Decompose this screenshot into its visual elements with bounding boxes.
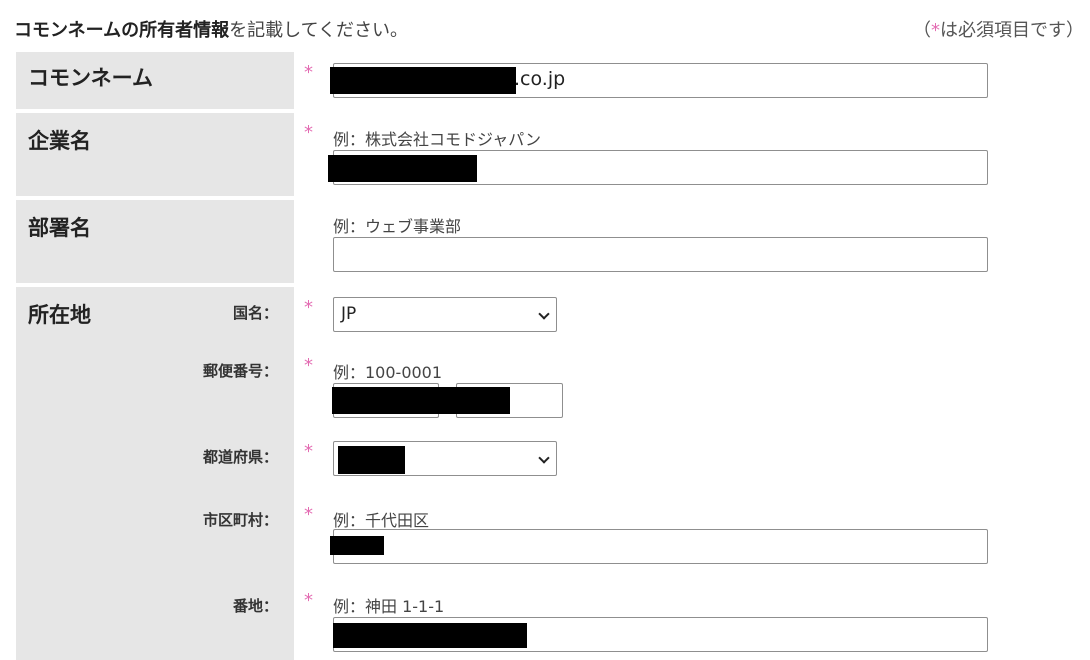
required-note: （*は必須項目です） <box>913 20 1084 41</box>
required-mark: * <box>304 122 313 143</box>
required-mark: * <box>304 297 313 318</box>
street-example: 例：神田 1-1-1 <box>333 597 445 616</box>
required-mark: * <box>304 504 313 525</box>
required-mark: * <box>304 441 313 462</box>
city-label: 市区町村： <box>202 511 278 529</box>
country-label: 国名： <box>232 304 278 322</box>
redaction <box>438 387 510 414</box>
department-input[interactable] <box>333 237 988 272</box>
country-select[interactable]: JP <box>333 297 557 332</box>
country-value: JP <box>341 304 357 324</box>
prefecture-label: 都道府県： <box>202 448 278 466</box>
street-label: 番地： <box>232 597 278 615</box>
chevron-down-icon <box>538 308 550 320</box>
department-example: 例：ウェブ事業部 <box>333 217 462 236</box>
required-mark: * <box>304 62 313 83</box>
form-intro: コモンネームの所有者情報を記載してください。 <box>14 16 408 42</box>
intro-bold: コモンネームの所有者情報 <box>14 20 230 41</box>
city-input[interactable] <box>333 529 988 564</box>
redaction <box>332 387 438 414</box>
common-name-label: コモンネーム <box>28 66 153 90</box>
required-mark: * <box>304 590 313 611</box>
department-label: 部署名 <box>28 216 91 240</box>
company-label: 企業名 <box>28 129 91 153</box>
redaction <box>330 536 384 555</box>
redaction <box>328 155 477 182</box>
city-example: 例：千代田区 <box>333 511 430 530</box>
redaction <box>338 446 405 474</box>
common-name-value: .co.jp <box>514 68 566 90</box>
chevron-down-icon <box>538 452 550 464</box>
postal-code-label: 郵便番号： <box>202 362 278 380</box>
redaction <box>330 67 516 94</box>
label-cell-common-name: コモンネーム <box>16 52 294 109</box>
label-cell-department: 部署名 <box>16 200 294 283</box>
postal-code-example: 例：100-0001 <box>333 363 443 382</box>
required-mark: * <box>304 355 313 376</box>
label-cell-company: 企業名 <box>16 113 294 196</box>
redaction <box>333 623 527 648</box>
intro-text: を記載してください。 <box>229 20 409 41</box>
company-example: 例：株式会社コモドジャパン <box>333 130 542 149</box>
required-star-icon: * <box>931 20 940 41</box>
